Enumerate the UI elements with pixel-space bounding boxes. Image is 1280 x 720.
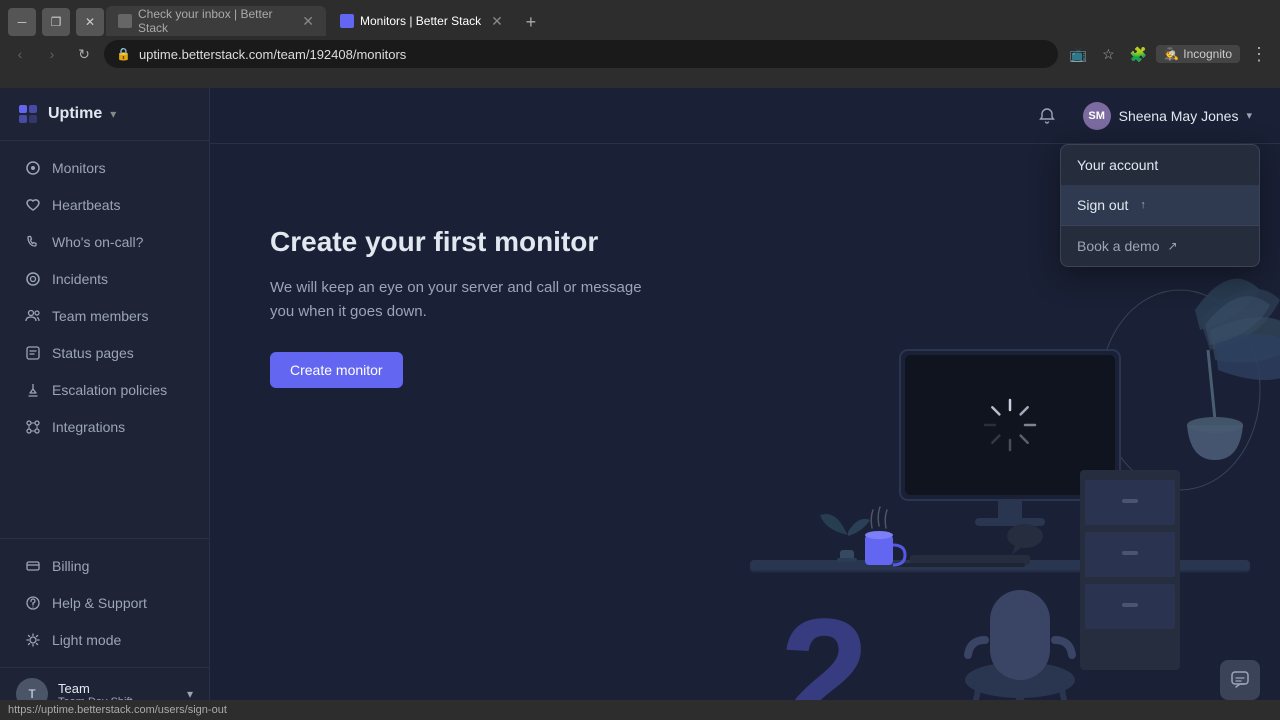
dropdown-sign-out[interactable]: Sign out ↑	[1061, 185, 1259, 225]
hero-section: Create your first monitor We will keep a…	[270, 204, 650, 388]
sidebar-item-heartbeats[interactable]: Heartbeats	[8, 187, 201, 223]
status-bar: https://uptime.betterstack.com/users/sig…	[0, 700, 1280, 720]
sidebar-item-light-mode[interactable]: Light mode	[8, 622, 201, 658]
sidebar-nav: Monitors Heartbeats Who's on-call?	[0, 141, 209, 538]
user-menu-btn[interactable]: SM Sheena May Jones ▾	[1075, 98, 1260, 134]
logo-icon	[16, 102, 40, 126]
reload-btn[interactable]: ↻	[72, 42, 96, 66]
address-text: uptime.betterstack.com/team/192408/monit…	[139, 47, 406, 62]
cursor-indicator: ↑	[1140, 199, 1146, 211]
toolbar-icons: 📺 ☆ 🧩 🕵 Incognito ⋮	[1066, 42, 1272, 66]
tab-favicon-monitors	[340, 14, 354, 28]
hero-title: Create your first monitor	[270, 224, 650, 260]
monitors-icon	[24, 159, 42, 177]
dropdown-book-demo[interactable]: Book a demo ↗	[1061, 226, 1259, 266]
team-members-label: Team members	[52, 308, 148, 324]
user-dropdown-menu: Your account Sign out ↑ Book a demo ↗	[1060, 144, 1260, 267]
sidebar-item-monitors[interactable]: Monitors	[8, 150, 201, 186]
logo-chevron-icon: ▾	[110, 107, 116, 121]
integrations-icon	[24, 418, 42, 436]
tab-label-monitors: Monitors | Better Stack	[360, 14, 481, 28]
heartbeats-label: Heartbeats	[52, 197, 120, 213]
sidebar-item-billing[interactable]: Billing	[8, 548, 201, 584]
address-bar[interactable]: 🔒 uptime.betterstack.com/team/192408/mon…	[104, 40, 1058, 68]
incognito-label: Incognito	[1183, 47, 1232, 61]
incognito-btn[interactable]: 🕵 Incognito	[1156, 45, 1240, 63]
sidebar-bottom: Billing Help & Support	[0, 538, 209, 667]
light-mode-icon	[24, 631, 42, 649]
hero-illustration: 2	[600, 240, 1280, 720]
new-tab-btn[interactable]: +	[517, 8, 545, 36]
user-name: Sheena May Jones	[1119, 108, 1239, 124]
minimize-btn[interactable]: ─	[8, 8, 36, 36]
escalation-icon	[24, 381, 42, 399]
team-name: Team	[58, 681, 177, 696]
main-header: SM Sheena May Jones ▾	[210, 88, 1280, 144]
tab-close-monitors[interactable]: ✕	[491, 13, 503, 30]
incidents-icon	[24, 270, 42, 288]
tab-monitors[interactable]: Monitors | Better Stack ✕	[328, 6, 515, 36]
tab-label-inbox: Check your inbox | Better Stack	[138, 7, 292, 35]
sidebar-item-escalation[interactable]: Escalation policies	[8, 372, 201, 408]
notifications-btn[interactable]	[1031, 100, 1063, 132]
restore-btn[interactable]: ❐	[42, 8, 70, 36]
user-avatar: SM	[1083, 102, 1111, 130]
extensions-icon[interactable]: 🧩	[1126, 42, 1150, 66]
sidebar-item-integrations[interactable]: Integrations	[8, 409, 201, 445]
hero-description: We will keep an eye on your server and c…	[270, 276, 650, 324]
app-container: Uptime ▾ Monitors	[0, 88, 1280, 720]
sidebar-item-status-pages[interactable]: Status pages	[8, 335, 201, 371]
tab-bar: ─ ❐ ✕ Check your inbox | Better Stack ✕ …	[0, 0, 1280, 36]
address-bar-row: ‹ › ↻ 🔒 uptime.betterstack.com/team/1924…	[0, 36, 1280, 72]
sign-out-label: Sign out	[1077, 197, 1128, 213]
light-mode-label: Light mode	[52, 632, 121, 648]
tab-close-inbox[interactable]: ✕	[302, 13, 314, 30]
team-icon	[24, 307, 42, 325]
help-icon	[24, 594, 42, 612]
dropdown-your-account[interactable]: Your account	[1061, 145, 1259, 185]
cast-icon[interactable]: 📺	[1066, 42, 1090, 66]
escalation-label: Escalation policies	[52, 382, 167, 398]
billing-icon	[24, 557, 42, 575]
book-demo-label: Book a demo	[1077, 238, 1160, 254]
your-account-label: Your account	[1077, 157, 1158, 173]
window-controls: ─ ❐ ✕	[8, 8, 104, 36]
sidebar: Uptime ▾ Monitors	[0, 88, 210, 720]
tab-favicon-inbox	[118, 14, 132, 28]
heartbeats-icon	[24, 196, 42, 214]
tab-inbox[interactable]: Check your inbox | Better Stack ✕	[106, 6, 326, 36]
external-link-icon: ↗	[1168, 239, 1178, 253]
sidebar-item-help[interactable]: Help & Support	[8, 585, 201, 621]
chat-btn[interactable]	[1220, 660, 1260, 700]
sidebar-item-oncall[interactable]: Who's on-call?	[8, 224, 201, 260]
close-btn[interactable]: ✕	[76, 8, 104, 36]
status-pages-label: Status pages	[52, 345, 134, 361]
incidents-label: Incidents	[52, 271, 108, 287]
bookmark-icon[interactable]: ☆	[1096, 42, 1120, 66]
integrations-label: Integrations	[52, 419, 125, 435]
incognito-icon: 🕵	[1164, 47, 1179, 61]
lock-icon: 🔒	[116, 47, 131, 61]
sidebar-header: Uptime ▾	[0, 88, 209, 141]
logo-area[interactable]: Uptime ▾	[16, 102, 116, 126]
monitors-label: Monitors	[52, 160, 106, 176]
browser-chrome: ─ ❐ ✕ Check your inbox | Better Stack ✕ …	[0, 0, 1280, 88]
team-chevron-icon: ▾	[187, 687, 193, 701]
sidebar-item-team-members[interactable]: Team members	[8, 298, 201, 334]
status-pages-icon	[24, 344, 42, 362]
browser-menu-btn[interactable]: ⋮	[1246, 44, 1272, 65]
user-chevron-icon: ▾	[1246, 109, 1252, 122]
status-url: https://uptime.betterstack.com/users/sig…	[8, 704, 227, 716]
oncall-label: Who's on-call?	[52, 234, 143, 250]
billing-label: Billing	[52, 558, 89, 574]
logo-text: Uptime	[48, 105, 102, 123]
forward-btn[interactable]: ›	[40, 42, 64, 66]
help-label: Help & Support	[52, 595, 147, 611]
create-monitor-btn[interactable]: Create monitor	[270, 352, 403, 388]
oncall-icon	[24, 233, 42, 251]
main-area: SM Sheena May Jones ▾ Create your first …	[210, 88, 1280, 720]
sidebar-item-incidents[interactable]: Incidents	[8, 261, 201, 297]
back-btn[interactable]: ‹	[8, 42, 32, 66]
